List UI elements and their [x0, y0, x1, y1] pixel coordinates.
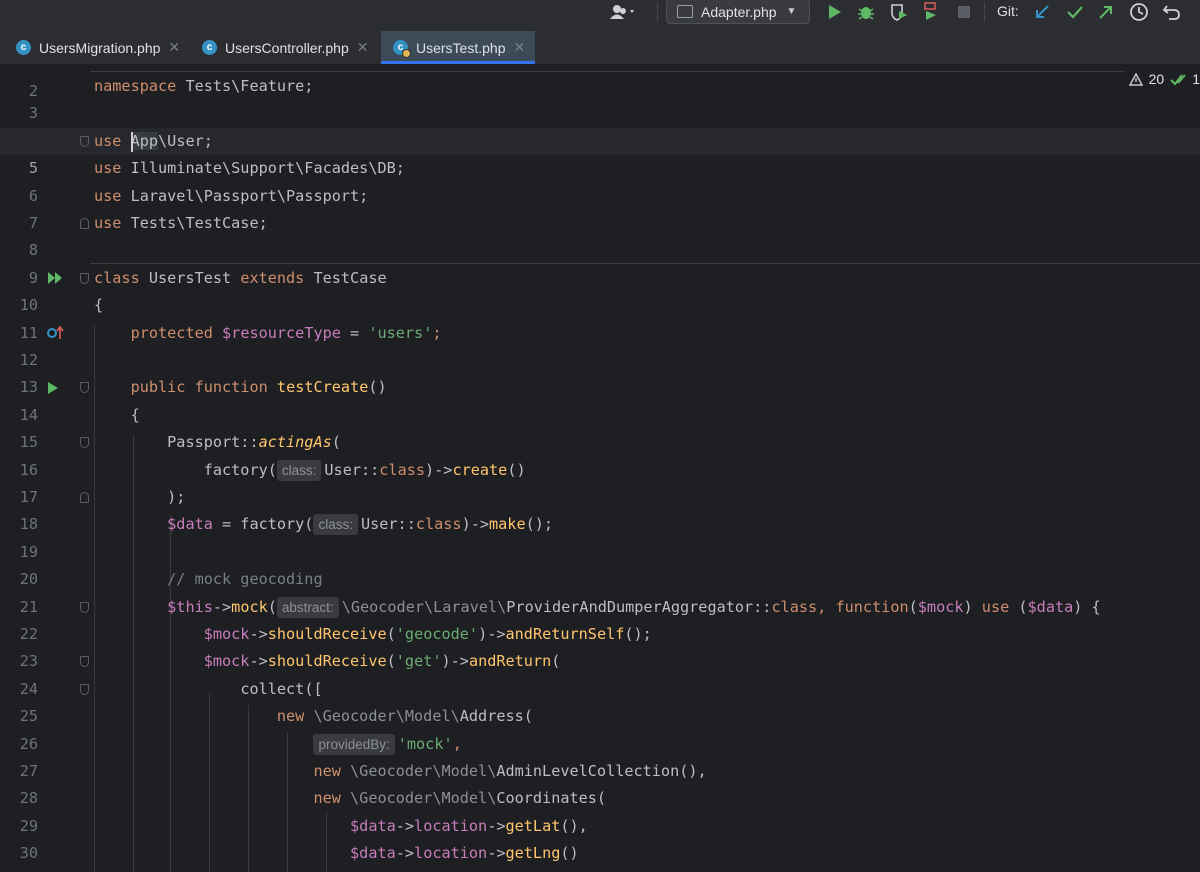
account-button[interactable] — [608, 0, 648, 24]
git-update-button[interactable] — [1031, 2, 1053, 22]
code-line[interactable]: 19 $data = factory(class: User::class)->m… — [0, 511, 1200, 561]
warnings-count: 20 — [1148, 71, 1165, 87]
stop-icon — [958, 6, 970, 18]
tab-label: UsersMigration.php — [39, 39, 161, 56]
debug-button[interactable] — [855, 2, 877, 22]
code-line-current[interactable]: 5 use App\User; — [0, 127, 1200, 177]
run-icon — [829, 5, 841, 19]
tab-users-test[interactable]: c UsersTest.php ✕ — [381, 31, 535, 64]
run-configuration-selector[interactable]: Adapter.php ▼ — [666, 0, 810, 24]
overrides-icon[interactable] — [47, 320, 65, 347]
fold-icon[interactable] — [80, 601, 89, 613]
fold-icon[interactable] — [80, 656, 89, 668]
fold-icon[interactable] — [80, 218, 89, 229]
code-line[interactable]: 10 class UsersTest extends TestCase — [0, 265, 1200, 314]
git-rollback-button[interactable] — [1161, 2, 1183, 22]
tab-label: UsersController.php — [225, 39, 349, 56]
double-check-icon — [1170, 74, 1186, 86]
arrow-up-right-icon — [1099, 6, 1112, 19]
tab-users-controller[interactable]: c UsersController.php ✕ — [190, 31, 380, 64]
code-line[interactable]: 31 $data->location->getLng() — [0, 840, 1200, 872]
code-line[interactable]: 24 $mock->shouldReceive('get')->andRetur… — [0, 648, 1200, 697]
close-icon[interactable]: ✕ — [357, 39, 369, 56]
code-line[interactable]: 27 providedBy:'mock', — [0, 731, 1200, 780]
code-line[interactable]: 13 — [0, 347, 1200, 396]
inspection-widget[interactable]: 20 1 — [1124, 71, 1200, 87]
git-commit-button[interactable] — [1064, 2, 1086, 22]
code-line[interactable]: 15 { — [0, 402, 1200, 451]
code-line[interactable]: 26 new \Geocoder\Model\Address( — [0, 703, 1200, 752]
code-line[interactable]: 8 use Tests\TestCase; — [0, 210, 1200, 259]
code-line[interactable]: 7 use Laravel\Passport\Passport; — [0, 183, 1200, 232]
fold-icon[interactable] — [80, 382, 89, 394]
user-icon — [610, 5, 634, 19]
run-test-icon[interactable] — [47, 374, 59, 401]
fold-icon[interactable] — [80, 437, 89, 449]
code-line[interactable]: 4 — [0, 100, 1200, 150]
code-editor[interactable]: 2 3 namespace Tests\Feature; 4 5 use App… — [0, 65, 1200, 872]
stop-button[interactable] — [953, 2, 975, 22]
parameter-hint: class: — [313, 514, 358, 536]
code-line[interactable]: 23 $mock->shouldReceive('geocode')->andR… — [0, 621, 1200, 670]
ok-count: 1 — [1192, 71, 1200, 87]
code-line[interactable]: 12 protected $resourceType = 'users'; — [0, 320, 1200, 369]
fold-icon[interactable] — [80, 272, 89, 284]
code-line[interactable]: 6 use Illuminate\Support\Facades\DB; — [0, 155, 1200, 204]
code-line[interactable]: 18 ); — [0, 484, 1200, 533]
editor-tabs: c UsersMigration.php ✕ c UsersController… — [0, 31, 1200, 65]
code-line[interactable]: 16 Passport::actingAs( — [0, 429, 1200, 478]
run-configuration-label: Adapter.php — [701, 3, 777, 20]
code-line[interactable]: 22 $this->mock(abstract: \Geocoder\Larave… — [0, 594, 1200, 643]
parameter-hint: providedBy: — [313, 733, 395, 755]
coverage-button[interactable] — [888, 2, 910, 22]
code-line[interactable]: 30 $data->location->getLat(), — [0, 813, 1200, 862]
parameter-hint: class: — [276, 459, 322, 481]
code-line[interactable]: 25 collect([ — [0, 676, 1200, 725]
fold-icon[interactable] — [80, 683, 89, 695]
warning-icon — [1128, 72, 1143, 86]
php-test-class-icon: c — [393, 40, 411, 58]
code-line[interactable]: 29 new \Geocoder\Model\Coordinates( — [0, 785, 1200, 834]
profiler-icon — [924, 2, 936, 20]
code-line[interactable]: 20 — [0, 539, 1200, 588]
main-toolbar: Adapter.php ▼ Git: — [0, 0, 1200, 32]
shield-run-icon — [891, 4, 907, 21]
code-line[interactable]: 28 new \Geocoder\Model\AdminLevelCollect… — [0, 758, 1200, 807]
bug-icon — [858, 7, 874, 20]
undo-icon — [1162, 5, 1180, 20]
profile-button[interactable] — [920, 2, 942, 22]
code-line[interactable]: 3 namespace Tests\Feature; — [0, 73, 1200, 122]
code-line[interactable]: 9 — [0, 237, 1200, 287]
code-line[interactable]: 11 { — [0, 292, 1200, 341]
php-class-icon: c — [202, 40, 217, 55]
arrow-down-left-icon — [1036, 5, 1049, 18]
tab-label: UsersTest.php — [416, 39, 506, 56]
close-icon[interactable]: ✕ — [168, 39, 180, 56]
git-history-button[interactable] — [1128, 2, 1150, 22]
code-line[interactable]: 14 public function testCreate() — [0, 374, 1200, 423]
run-tests-icon[interactable] — [47, 265, 63, 292]
php-class-icon: c — [16, 40, 31, 55]
git-push-button[interactable] — [1095, 2, 1117, 22]
php-config-icon — [677, 5, 693, 18]
clock-icon — [1130, 3, 1148, 21]
run-button[interactable] — [824, 2, 846, 22]
fold-icon[interactable] — [80, 135, 89, 147]
code-line[interactable]: 21 // mock geocoding — [0, 566, 1200, 615]
parameter-hint: abstract: — [276, 596, 339, 618]
code-line[interactable]: 17 factory(class: User::class)->create() — [0, 457, 1200, 506]
check-icon — [1067, 6, 1083, 19]
tab-users-migration[interactable]: c UsersMigration.php ✕ — [0, 31, 190, 64]
text-caret — [131, 131, 133, 152]
chevron-down-icon: ▼ — [786, 6, 797, 17]
close-icon[interactable]: ✕ — [513, 39, 525, 56]
fold-icon[interactable] — [80, 492, 89, 503]
git-label: Git: — [997, 3, 1019, 19]
